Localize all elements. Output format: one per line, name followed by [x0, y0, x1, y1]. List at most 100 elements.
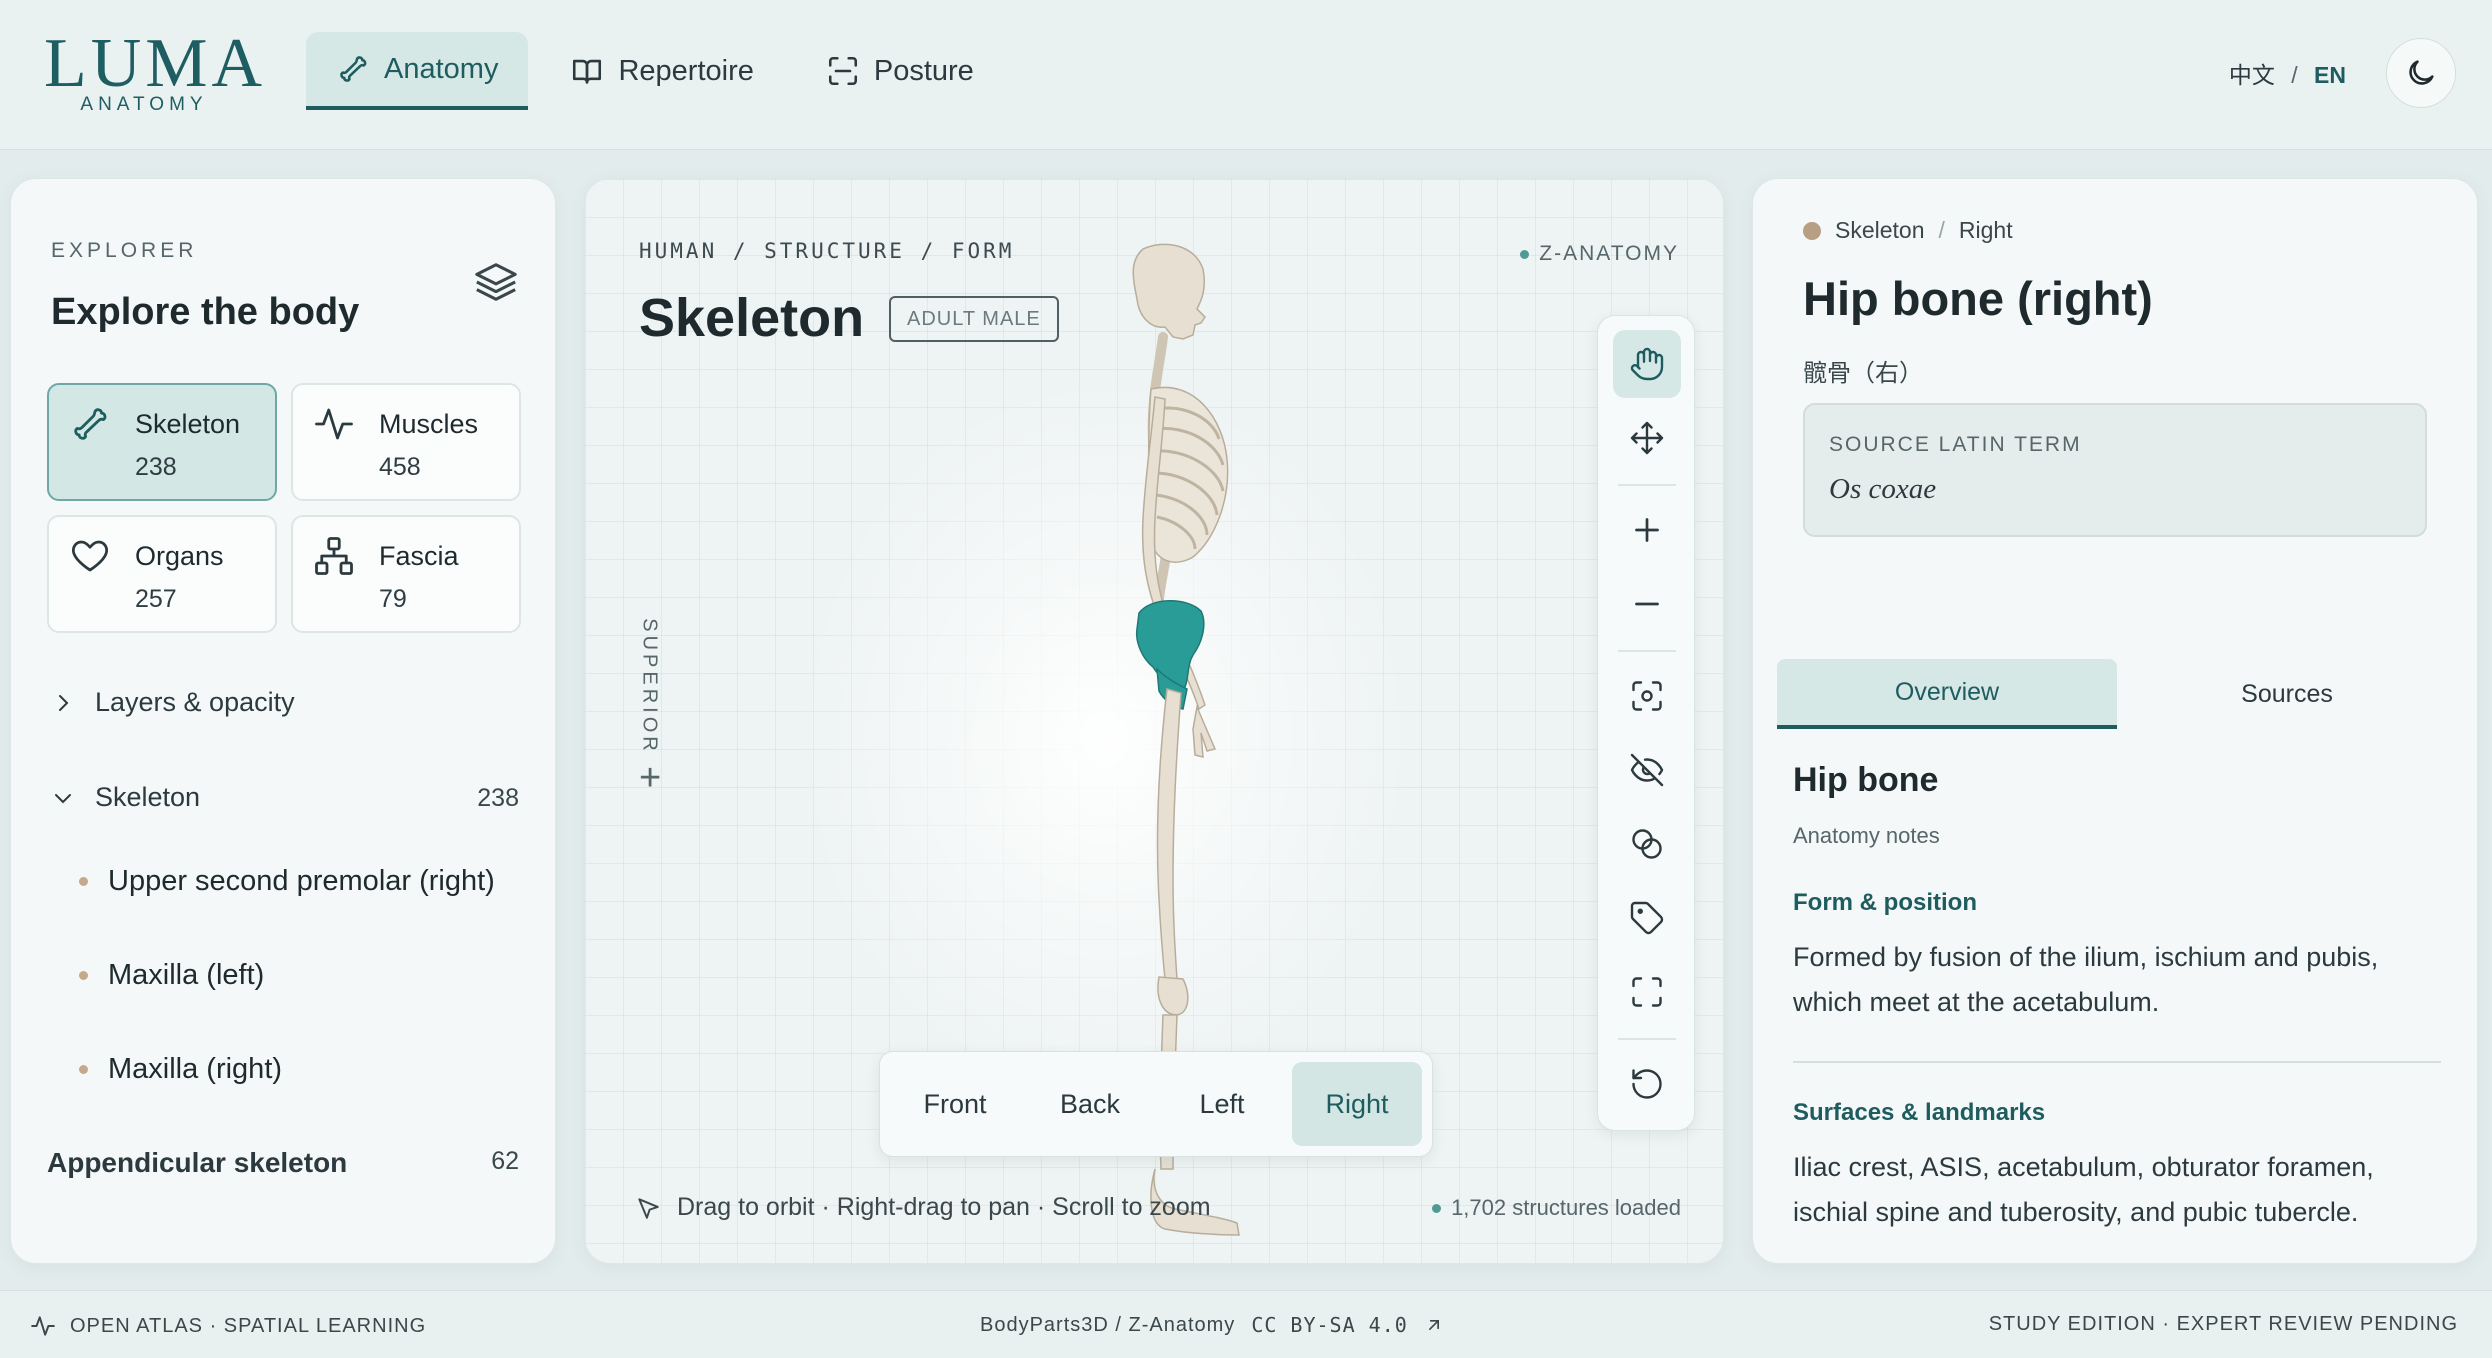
interaction-hint-text: Drag to orbit · Right-drag to pan · Scro… [677, 1193, 1211, 1221]
category-color-dot [1803, 221, 1821, 240]
footer-attribution[interactable]: BodyParts3D / Z-Anatomy CC BY-SA 4.0 [980, 1313, 1444, 1337]
move-icon [1630, 421, 1664, 455]
axis-label: SUPERIOR [638, 618, 661, 755]
nav-tab-repertoire[interactable]: Repertoire [540, 32, 783, 110]
pan-hand-button[interactable] [1613, 330, 1681, 398]
category-muscles[interactable]: Muscles 458 [291, 383, 521, 501]
form-position-heading: Form & position [1793, 889, 1977, 916]
tab-sources[interactable]: Sources [2117, 659, 2457, 729]
isolate-button[interactable] [1613, 810, 1681, 878]
moon-icon [2409, 60, 2434, 85]
structure-chinese-name: 髋骨（右） [1803, 360, 1923, 387]
bone-icon [340, 56, 367, 82]
focus-icon [1632, 681, 1662, 711]
form-position-text: Formed by fusion of the ilium, ischium a… [1793, 942, 2379, 1017]
surfaces-landmarks-heading: Surfaces & landmarks [1793, 1099, 2046, 1126]
bullet-dot [79, 971, 88, 980]
tree-item-label: Upper second premolar (right) [108, 865, 495, 897]
status-dot [1520, 249, 1530, 259]
layers-icon[interactable] [473, 259, 519, 305]
viewer-panel[interactable]: HUMAN / STRUCTURE / FORM Skeleton ADULT … [584, 178, 1724, 1264]
logo-subtitle: ANATOMY [80, 94, 208, 115]
category-count: 238 [135, 453, 177, 481]
knee [1157, 976, 1189, 1016]
layers-opacity-toggle[interactable]: Layers & opacity [51, 687, 295, 718]
detail-breadcrumb: Skeleton / Right [1803, 217, 2013, 244]
focus-button[interactable] [1613, 662, 1681, 730]
detail-tabs: Overview Sources [1777, 659, 2457, 729]
nav-tab-posture[interactable]: Posture [796, 32, 1004, 110]
structures-loaded-text: 1,702 structures loaded [1451, 1195, 1681, 1220]
toolbar-divider [1618, 1038, 1676, 1040]
footer-license-text: CC BY-SA 4.0 [1251, 1313, 1408, 1337]
status-dot [1432, 1203, 1442, 1213]
chevron-down-icon [55, 793, 71, 803]
axis-cross-icon: + [639, 757, 662, 799]
explorer-panel: EXPLORER Explore the body Skeleton 238 M… [10, 178, 556, 1264]
category-label: Muscles [379, 409, 479, 439]
tree-item[interactable]: Upper second premolar (right) [79, 865, 495, 898]
overlap-icon [1632, 829, 1662, 859]
category-label: Fascia [379, 541, 459, 571]
view-left-button[interactable]: Left [1160, 1062, 1284, 1146]
external-link-icon [1428, 1320, 1439, 1330]
viewer-title: Skeleton [639, 288, 865, 348]
activity-icon [31, 1316, 55, 1336]
reset-view-button[interactable] [1613, 1050, 1681, 1118]
nav-tab-anatomy-label: Anatomy [384, 52, 499, 85]
source-tag: Z-ANATOMY [1520, 242, 1679, 266]
overview-title: Hip bone [1793, 761, 1939, 799]
fullscreen-button[interactable] [1613, 958, 1681, 1026]
model-badge: ADULT MALE [889, 296, 1059, 342]
view-front-button[interactable]: Front [890, 1062, 1020, 1146]
explorer-eyebrow: EXPLORER [51, 239, 198, 262]
view-right-button[interactable]: Right [1292, 1062, 1422, 1146]
footer-source-text: BodyParts3D / Z-Anatomy [980, 1313, 1236, 1336]
structures-loaded-status: 1,702 structures loaded [1432, 1195, 1681, 1221]
latin-term-label: SOURCE LATIN TERM [1829, 433, 2082, 456]
viewer-toolbar [1597, 315, 1695, 1131]
section-divider [1793, 1061, 2441, 1063]
nav-tab-anatomy[interactable]: Anatomy [306, 32, 529, 110]
view-back-button[interactable]: Back [1028, 1062, 1152, 1146]
femur [1156, 688, 1182, 980]
category-organs[interactable]: Organs 257 [47, 515, 277, 633]
footer: OPEN ATLAS · SPATIAL LEARNING BodyParts3… [0, 1290, 2492, 1358]
main-nav: Anatomy Repertoire Posture [306, 32, 1004, 110]
lang-en[interactable]: EN [2314, 62, 2346, 88]
tree-item-label: Maxilla (right) [108, 1053, 283, 1085]
theme-toggle-button[interactable] [2386, 38, 2456, 108]
structure-title: Hip bone (right) [1803, 272, 2153, 325]
category-skeleton[interactable]: Skeleton 238 [47, 383, 277, 501]
tree-item[interactable]: Maxilla (right) [79, 1053, 282, 1086]
skeleton-group-count: 238 [477, 784, 519, 812]
footer-left-text: OPEN ATLAS · SPATIAL LEARNING [70, 1314, 427, 1337]
hand [1192, 704, 1217, 758]
footer-left: OPEN ATLAS · SPATIAL LEARNING [30, 1313, 426, 1339]
breadcrumb-separator: / [1938, 217, 1945, 243]
appendicular-group-label[interactable]: Appendicular skeleton [47, 1147, 347, 1179]
scan-icon [828, 56, 857, 86]
category-fascia[interactable]: Fascia 79 [291, 515, 521, 633]
tree-item[interactable]: Maxilla (left) [79, 959, 264, 992]
move-button[interactable] [1613, 404, 1681, 472]
logo[interactable]: LUMA ANATOMY [44, 24, 262, 124]
hide-button[interactable] [1613, 736, 1681, 804]
breadcrumb-skeleton[interactable]: Skeleton [1835, 217, 1925, 244]
heart-icon [72, 540, 108, 572]
zoom-out-button[interactable] [1613, 570, 1681, 638]
latin-term-box: SOURCE LATIN TERM Os coxae [1803, 403, 2427, 537]
tab-overview[interactable]: Overview [1777, 659, 2117, 729]
explorer-title: Explore the body [51, 291, 360, 333]
skeleton-group-toggle[interactable]: Skeleton [51, 782, 200, 813]
zoom-in-icon [1635, 518, 1659, 542]
zoom-in-button[interactable] [1613, 496, 1681, 564]
activity-icon [315, 408, 353, 440]
layers-opacity-label: Layers & opacity [95, 687, 295, 717]
label-button[interactable] [1613, 884, 1681, 952]
cursor-icon [638, 1197, 659, 1219]
category-label: Organs [135, 541, 224, 571]
skeleton-group-label: Skeleton [95, 782, 201, 812]
tree-item-label: Maxilla (left) [108, 959, 265, 991]
lang-zh[interactable]: 中文 [2229, 62, 2275, 88]
